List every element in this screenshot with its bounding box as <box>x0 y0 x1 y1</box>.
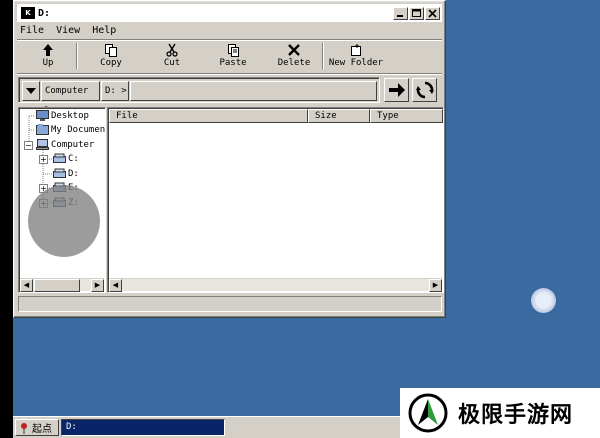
expand-toggle-c[interactable]: + <box>39 155 48 164</box>
scroll-left-button[interactable]: ◀ <box>20 279 33 292</box>
file-list-horizontal-scrollbar[interactable]: ◀ ▶ <box>109 278 442 292</box>
up-label: Up <box>42 58 54 68</box>
status-bar <box>18 296 442 312</box>
right-arrow-icon <box>388 83 405 97</box>
paste-icon <box>228 44 239 57</box>
documents-folder-icon <box>36 124 49 135</box>
delete-label: Delete <box>277 58 311 68</box>
close-icon <box>428 8 437 18</box>
tree-label-desktop: Desktop <box>51 110 89 121</box>
crumb-drive[interactable]: D: > <box>101 81 129 101</box>
up-button[interactable]: Up <box>20 43 76 68</box>
toolbar: Up Copy Cut Paste Delete New Folder <box>20 43 439 73</box>
tree-item-computer[interactable]: Computer <box>36 139 94 150</box>
file-list: File Size Type ◀ ▶ <box>107 107 444 293</box>
refresh-button[interactable] <box>412 78 437 102</box>
copy-button[interactable]: Copy <box>78 43 144 68</box>
scissors-icon <box>166 43 178 57</box>
screen-border <box>0 0 13 438</box>
tree-label-d-drive: D: <box>68 168 79 179</box>
column-header-size[interactable]: Size <box>308 109 370 123</box>
site-logo-icon <box>408 393 448 433</box>
tree-label-my-documents: My Documents <box>51 124 106 135</box>
minimize-button[interactable] <box>393 6 408 20</box>
history-dropdown-button[interactable] <box>22 81 40 101</box>
maximize-button[interactable] <box>409 6 424 20</box>
computer-icon <box>36 139 49 150</box>
triangle-down-icon <box>26 87 36 94</box>
app-icon: K <box>21 7 35 19</box>
go-button[interactable] <box>384 78 409 102</box>
menu-separator <box>17 39 442 41</box>
scroll-left-button[interactable]: ◀ <box>109 279 122 292</box>
toolbar-separator <box>17 73 442 75</box>
tree-item-my-documents[interactable]: My Documents <box>36 124 106 135</box>
new-folder-icon <box>351 44 361 56</box>
cut-button[interactable]: Cut <box>144 43 200 68</box>
address-bar: Computer > D: > <box>18 77 442 114</box>
taskbar-window-button[interactable]: D: <box>61 419 225 436</box>
copy-label: Copy <box>100 58 122 68</box>
drive-icon <box>53 168 66 178</box>
file-explorer-window: K D: File View Help Up Copy Cut Paste De… <box>13 0 446 318</box>
tree-item-desktop[interactable]: Desktop <box>36 110 89 121</box>
title-bar[interactable]: K D: <box>17 4 442 22</box>
refresh-icon <box>415 81 434 99</box>
start-label: 起点 <box>32 424 52 435</box>
crumb-computer-label: Computer <box>45 86 89 96</box>
menu-file[interactable]: File <box>20 25 44 36</box>
copy-icon <box>105 44 117 57</box>
tree-horizontal-scrollbar[interactable]: ◀ ▶ <box>20 278 104 292</box>
column-header-file[interactable]: File <box>109 109 308 123</box>
paste-button[interactable]: Paste <box>200 43 266 68</box>
desktop-icon <box>36 110 49 121</box>
menu-help[interactable]: Help <box>92 25 116 36</box>
tree-label-c-drive: C: <box>68 153 79 164</box>
drive-icon <box>53 153 66 163</box>
site-watermark: 极限手游网 <box>400 388 600 438</box>
menu-view[interactable]: View <box>56 25 80 36</box>
delete-button[interactable]: Delete <box>266 43 322 68</box>
crumb-computer[interactable]: Computer > <box>41 81 100 114</box>
minimize-icon <box>397 14 403 17</box>
scroll-right-button[interactable]: ▶ <box>429 279 442 292</box>
scroll-thumb[interactable] <box>34 279 80 292</box>
paste-label: Paste <box>219 58 247 68</box>
window-title: D: <box>38 7 51 19</box>
new-folder-label: New Folder <box>328 58 384 68</box>
column-header-type[interactable]: Type <box>370 109 443 123</box>
menu-bar: File View Help <box>20 25 116 36</box>
breadcrumb: Computer > D: > <box>18 77 380 114</box>
start-button[interactable]: 起点 <box>15 419 59 436</box>
scroll-right-button[interactable]: ▶ <box>91 279 104 292</box>
touch-indicator <box>28 185 100 257</box>
cursor-indicator <box>531 288 556 313</box>
tree-item-c-drive[interactable]: C: <box>53 153 79 164</box>
crumb-drive-label: D: <box>105 86 116 96</box>
tree-label-computer: Computer <box>51 139 95 150</box>
pin-icon <box>21 422 27 434</box>
up-arrow-icon <box>43 44 53 56</box>
maximize-icon <box>412 8 421 17</box>
watermark-text: 极限手游网 <box>458 403 574 428</box>
new-folder-button[interactable]: New Folder <box>324 43 388 68</box>
collapse-toggle-computer[interactable]: − <box>24 141 33 150</box>
tree-item-d-drive[interactable]: D: <box>53 168 79 179</box>
cut-label: Cut <box>163 58 181 68</box>
delete-x-icon <box>288 44 300 56</box>
close-button[interactable] <box>425 6 440 20</box>
crumb-empty-slot[interactable] <box>130 81 377 101</box>
